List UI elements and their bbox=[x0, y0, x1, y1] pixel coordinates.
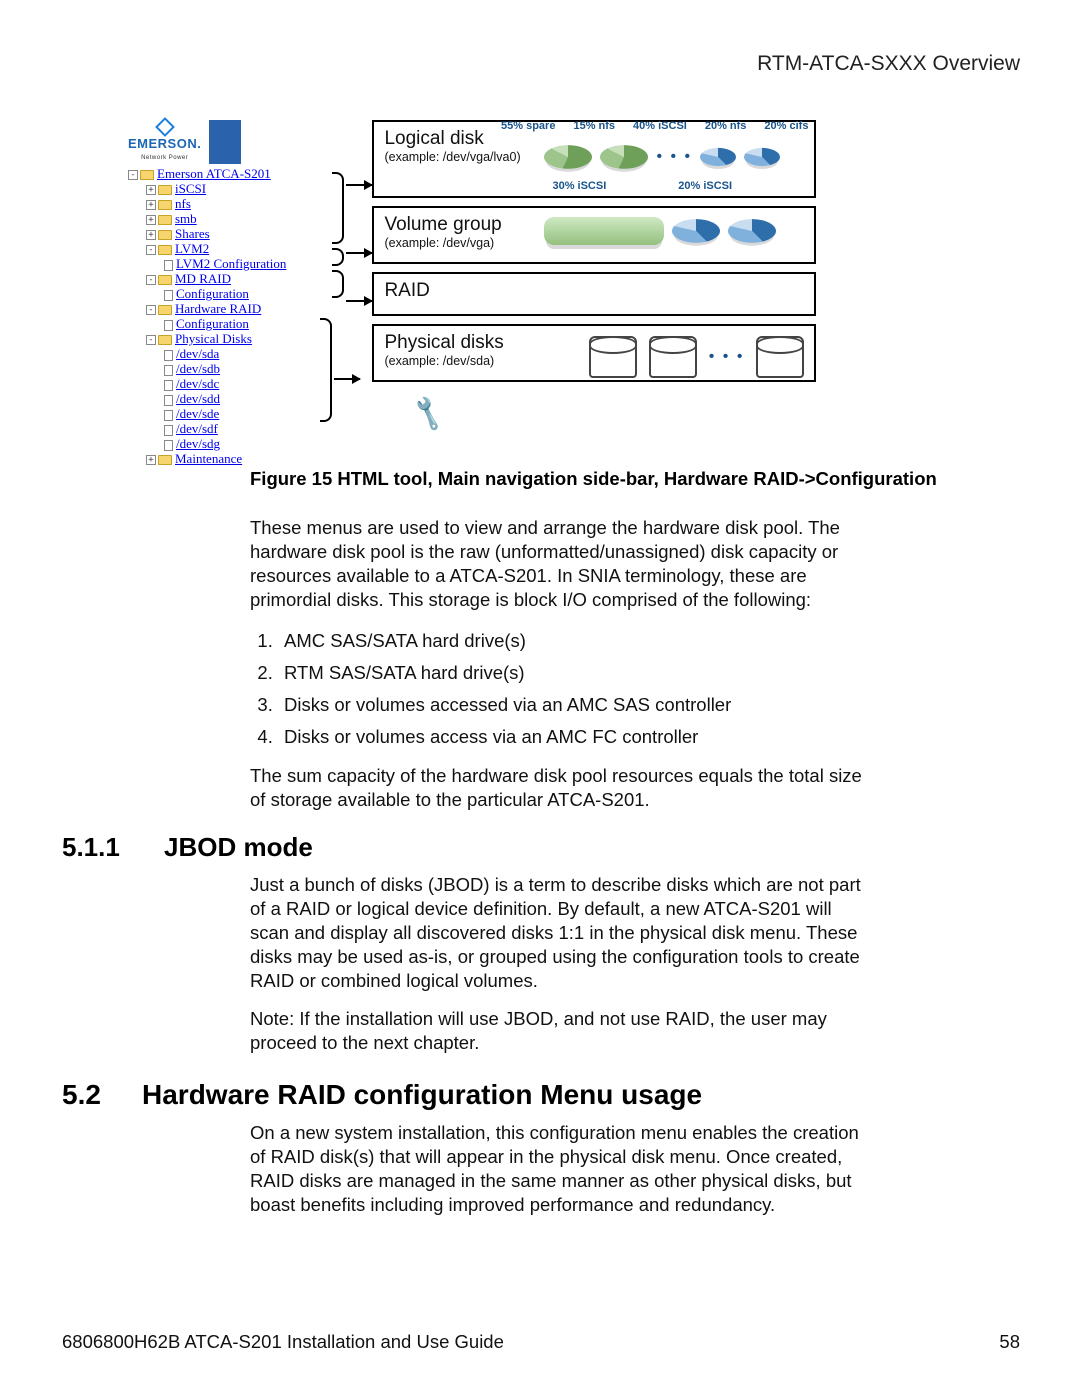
disk-icon bbox=[589, 336, 637, 378]
heading-title: Hardware RAID configuration Menu usage bbox=[142, 1079, 702, 1111]
tree-item-sda[interactable]: /dev/sda bbox=[164, 346, 328, 361]
heading-title: JBOD mode bbox=[164, 832, 313, 863]
pie-label: 20% iSCSI bbox=[678, 180, 732, 192]
tree-item-sdc[interactable]: /dev/sdc bbox=[164, 376, 328, 391]
arrow-icon bbox=[346, 252, 372, 254]
pie-icon bbox=[744, 148, 780, 166]
pie-icon bbox=[544, 217, 664, 245]
tree-item-lvm2-config[interactable]: LVM2 Configuration bbox=[164, 256, 328, 271]
pie-icon bbox=[672, 219, 720, 243]
tree-item-sde[interactable]: /dev/sde bbox=[164, 406, 328, 421]
summary-paragraph: The sum capacity of the hardware disk po… bbox=[250, 764, 866, 812]
list-item: RTM SAS/SATA hard drive(s) bbox=[278, 658, 866, 688]
list-item: AMC SAS/SATA hard drive(s) bbox=[278, 626, 866, 656]
figure-15: EMERSON. Network Power - Emerson ATCA-S20… bbox=[128, 120, 820, 466]
intro-paragraph: These menus are used to view and arrange… bbox=[250, 516, 866, 612]
figure-nav-sidebar: EMERSON. Network Power - Emerson ATCA-S20… bbox=[128, 120, 328, 466]
bracket-icon bbox=[332, 270, 344, 298]
pie-label: 40% iSCSI bbox=[633, 120, 687, 132]
tree-item-lvm2[interactable]: -LVM2 LVM2 Configuration bbox=[146, 241, 328, 271]
disk-components-list: AMC SAS/SATA hard drive(s) RTM SAS/SATA … bbox=[250, 626, 866, 752]
blue-block-icon bbox=[209, 120, 241, 164]
list-item: Disks or volumes accessed via an AMC SAS… bbox=[278, 690, 866, 720]
layer-title: RAID bbox=[384, 280, 804, 302]
tree-item-sdg[interactable]: /dev/sdg bbox=[164, 436, 328, 451]
tree-item-maintenance[interactable]: +Maintenance bbox=[146, 451, 328, 466]
hwraid-paragraph: On a new system installation, this confi… bbox=[250, 1121, 866, 1217]
layer-volume-group: Volume group (example: /dev/vga) bbox=[372, 206, 816, 264]
ellipsis-icon: • • • bbox=[656, 148, 692, 166]
tree-item-iscsi[interactable]: +iSCSI bbox=[146, 181, 328, 196]
pie-label: 20% nfs bbox=[705, 120, 747, 132]
tree-item-shares[interactable]: +Shares bbox=[146, 226, 328, 241]
tree-item-mdraid-config[interactable]: Configuration bbox=[164, 286, 328, 301]
tree-item-hwraid-config[interactable]: Configuration bbox=[164, 316, 328, 331]
pie-label: 30% iSCSI bbox=[552, 180, 606, 192]
tree-item-mdraid[interactable]: -MD RAID Configuration bbox=[146, 271, 328, 301]
tree-item-sdd[interactable]: /dev/sdd bbox=[164, 391, 328, 406]
pie-icon bbox=[544, 145, 592, 169]
layer-logical-disk: 55% spare 15% nfs 40% iSCSI 20% nfs 20% … bbox=[372, 120, 816, 198]
pie-icon bbox=[728, 219, 776, 243]
tree-item-hwraid[interactable]: -Hardware RAID Configuration bbox=[146, 301, 328, 331]
disk-icon bbox=[756, 336, 804, 378]
heading-number: 5.2 bbox=[62, 1079, 118, 1111]
tree-item-nfs[interactable]: +nfs bbox=[146, 196, 328, 211]
brand-sub: Network Power bbox=[128, 151, 201, 166]
footer-doc-id: 6806800H62B ATCA-S201 Installation and U… bbox=[62, 1331, 504, 1353]
page-header: RTM-ATCA-SXXX Overview bbox=[757, 52, 1020, 76]
tree-item-sdf[interactable]: /dev/sdf bbox=[164, 421, 328, 436]
arrow-icon bbox=[346, 300, 372, 302]
jbod-paragraph-2: Note: If the installation will use JBOD,… bbox=[250, 1007, 866, 1055]
tree-item-sdb[interactable]: /dev/sdb bbox=[164, 361, 328, 376]
tree-root[interactable]: Emerson ATCA-S201 bbox=[157, 166, 271, 181]
arrow-icon bbox=[346, 184, 372, 186]
bracket-icon bbox=[332, 248, 344, 266]
layer-raid: RAID bbox=[372, 272, 816, 316]
pie-label: 20% cifs bbox=[764, 120, 808, 132]
bracket-icon bbox=[320, 318, 332, 422]
disk-icon bbox=[649, 336, 697, 378]
figure-layers: 55% spare 15% nfs 40% iSCSI 20% nfs 20% … bbox=[372, 120, 816, 390]
pie-icon bbox=[600, 145, 648, 169]
heading-5.2: 5.2 Hardware RAID configuration Menu usa… bbox=[62, 1079, 1016, 1111]
pie-icon bbox=[700, 148, 736, 166]
pie-label: 15% nfs bbox=[573, 120, 615, 132]
wrench-icon: 🔧 bbox=[408, 393, 449, 433]
figure-caption: Figure 15 HTML tool, Main navigation sid… bbox=[250, 468, 1016, 490]
tree-item-smb[interactable]: +smb bbox=[146, 211, 328, 226]
ellipsis-icon: • • • bbox=[709, 348, 745, 366]
arrow-icon bbox=[334, 378, 360, 380]
layer-physical-disks: • • • Physical disks (example: /dev/sda) bbox=[372, 324, 816, 382]
pie-label: 55% spare bbox=[501, 120, 555, 132]
expand-icon[interactable]: - bbox=[128, 170, 138, 180]
heading-5.1.1: 5.1.1 JBOD mode bbox=[62, 832, 1016, 863]
page-body: Figure 15 HTML tool, Main navigation sid… bbox=[62, 468, 1016, 1231]
list-item: Disks or volumes access via an AMC FC co… bbox=[278, 722, 866, 752]
folder-icon bbox=[140, 170, 154, 180]
jbod-paragraph-1: Just a bunch of disks (JBOD) is a term t… bbox=[250, 873, 866, 993]
brand-name: EMERSON. bbox=[128, 136, 201, 151]
bracket-icon bbox=[332, 172, 344, 244]
heading-number: 5.1.1 bbox=[62, 832, 140, 863]
diamond-icon bbox=[155, 117, 175, 137]
tree-item-physdisks[interactable]: -Physical Disks /dev/sda /dev/sdb /dev/s… bbox=[146, 331, 328, 451]
emerson-logo: EMERSON. Network Power bbox=[128, 120, 201, 166]
footer-page-number: 58 bbox=[999, 1331, 1020, 1353]
page-footer: 6806800H62B ATCA-S201 Installation and U… bbox=[62, 1331, 1020, 1353]
